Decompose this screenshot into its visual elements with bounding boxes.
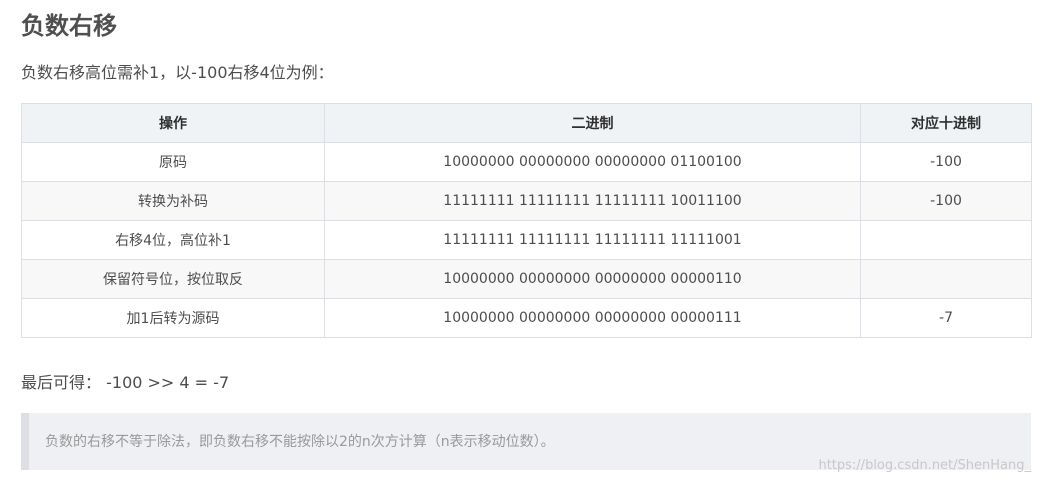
binary-cell: 11111111 11111111 11111111 10011100	[324, 181, 861, 221]
result-expression: -100 >> 4 = -7	[106, 373, 230, 392]
note-text: 负数的右移不等于除法，即负数右移不能按除以2的n次方计算（n表示移动位数）。	[45, 433, 555, 450]
binary-cell: 10000000 00000000 00000000 00000111	[324, 298, 861, 338]
operation-cell: 转换为补码	[21, 181, 325, 221]
operation-cell: 原码	[21, 142, 325, 182]
binary-shift-table: 操作 二进制 对应十进制 原码 10000000 00000000 000000…	[21, 103, 1032, 338]
page-title: 负数右移	[21, 12, 117, 40]
table-row: 右移4位，高位补1 11111111 11111111 11111111 111…	[21, 220, 1032, 260]
decimal-cell	[860, 220, 1032, 260]
decimal-cell: -7	[860, 298, 1032, 338]
header-binary: 二进制	[324, 103, 861, 143]
decimal-cell	[860, 259, 1032, 299]
decimal-cell: -100	[860, 142, 1032, 182]
binary-cell: 11111111 11111111 11111111 11111001	[324, 220, 861, 260]
binary-cell: 10000000 00000000 00000000 00000110	[324, 259, 861, 299]
intro-paragraph: 负数右移高位需补1，以-100右移4位为例：	[21, 63, 334, 82]
table-row: 保留符号位，按位取反 10000000 00000000 00000000 00…	[21, 259, 1032, 299]
operation-cell: 加1后转为源码	[21, 298, 325, 338]
operation-cell: 保留符号位，按位取反	[21, 259, 325, 299]
result-label: 最后可得：	[21, 373, 102, 392]
table-row: 转换为补码 11111111 11111111 11111111 1001110…	[21, 181, 1032, 221]
table-row: 加1后转为源码 10000000 00000000 00000000 00000…	[21, 298, 1032, 338]
result-line: 最后可得： -100 >> 4 = -7	[21, 371, 229, 395]
header-operation: 操作	[21, 103, 325, 143]
decimal-cell: -100	[860, 181, 1032, 221]
table-header-row: 操作 二进制 对应十进制	[21, 103, 1032, 143]
operation-cell: 右移4位，高位补1	[21, 220, 325, 260]
table-row: 原码 10000000 00000000 00000000 01100100 -…	[21, 142, 1032, 182]
binary-cell: 10000000 00000000 00000000 01100100	[324, 142, 861, 182]
header-decimal: 对应十进制	[860, 103, 1032, 143]
watermark: https://blog.csdn.net/ShenHang_	[818, 458, 1031, 473]
